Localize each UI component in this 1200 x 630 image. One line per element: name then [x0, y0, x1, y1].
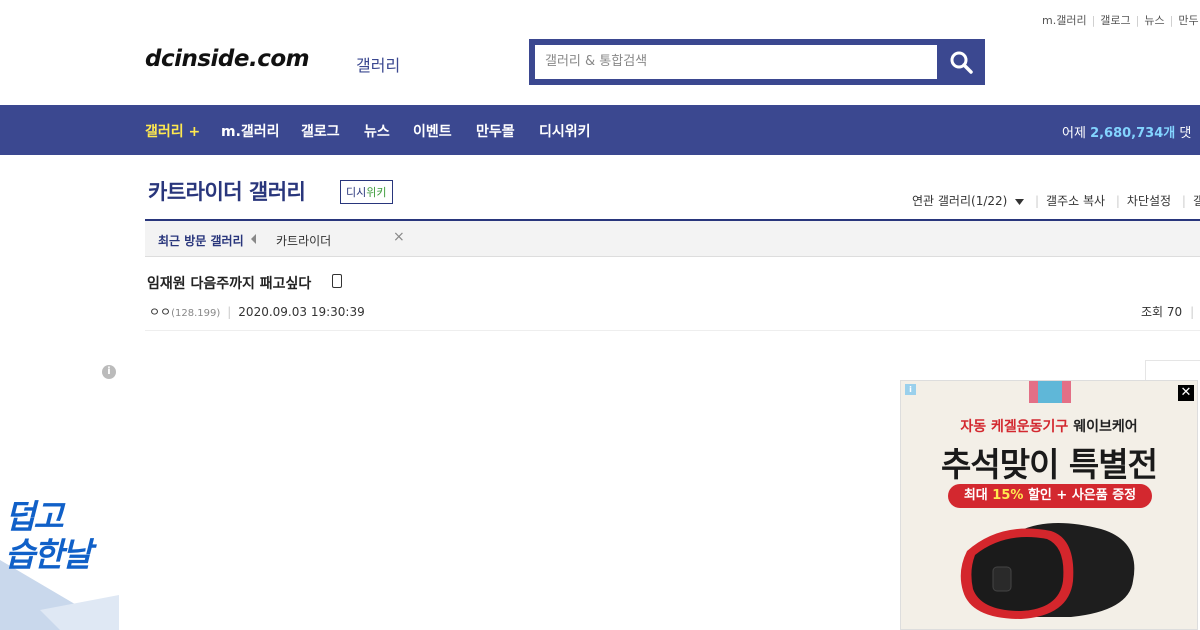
post-meta: ㅇㅇ(128.199) | 2020.09.03 19:30:39	[149, 305, 365, 319]
link-gallog[interactable]: 갤로그	[1100, 14, 1130, 27]
search-bar: 갤러리 & 통합검색	[529, 39, 985, 85]
ad-headline: 자동 케겔운동기구 웨이브케어	[901, 416, 1197, 436]
link-m-gallery[interactable]: m.갤러리	[1042, 14, 1087, 27]
caret-down-icon	[1015, 198, 1025, 205]
divider	[145, 330, 1200, 331]
ad-pill-prefix: 최대	[963, 488, 988, 503]
recent-visited-bar: 최근 방문 갤러리 카트라이더 ×	[145, 219, 1200, 257]
dcwiki-badge[interactable]: 디시위키	[340, 180, 393, 204]
left-banner-ad[interactable]: 덥고 습한날	[0, 490, 119, 630]
search-input[interactable]: 갤러리 & 통합검색	[535, 45, 937, 79]
arrow-left-icon[interactable]	[251, 234, 256, 244]
nav-event[interactable]: 이벤트	[413, 121, 452, 141]
top-util-links: m.갤러리 | 갤로그 | 뉴스 | 만두	[1042, 14, 1199, 27]
mobile-icon	[332, 274, 342, 288]
ad-pill-percent: 15%	[992, 488, 1024, 503]
gallery-options: 연관 갤러리(1/22) | 갤주소 복사 | 차단설정 | 갤	[912, 192, 1200, 209]
link-mandu[interactable]: 만두	[1178, 14, 1198, 27]
related-gallery-button[interactable]: 연관 갤러리(1/22)	[912, 194, 1007, 208]
post-title: 임재원 다음주까지 패고싶다	[147, 276, 312, 292]
stat-value: 2,680,734개	[1090, 126, 1176, 141]
stat-label: 어제	[1062, 126, 1086, 141]
global-nav: 갤러리 + m.갤러리 갤로그 뉴스 이벤트 만두몰 디시위키 어제 2,680…	[0, 105, 1200, 155]
nav-dcwiki[interactable]: 디시위키	[539, 121, 591, 141]
badge-wiki: 위키	[366, 186, 387, 199]
ad-brand: 웨이브케어	[1073, 419, 1138, 435]
link-news[interactable]: 뉴스	[1144, 14, 1164, 27]
block-settings-button[interactable]: 차단설정	[1127, 194, 1171, 208]
stat-tail: 댓	[1179, 126, 1192, 141]
recent-visited-label[interactable]: 최근 방문 갤러리	[158, 232, 244, 249]
nav-gallog[interactable]: 갤로그	[301, 121, 340, 141]
floating-ad[interactable]: i ✕ 자동 케겔운동기구 웨이브케어 추석맞이 특별전 최대 15% 할인 +…	[900, 380, 1198, 630]
ad-product-name: 자동 케겔운동기구	[960, 419, 1069, 435]
info-icon[interactable]: i	[102, 365, 116, 379]
nav-mandu-mall[interactable]: 만두몰	[476, 121, 515, 141]
ad-discount-pill: 최대 15% 할인 + 사은품 증정	[948, 484, 1152, 508]
search-icon	[950, 51, 973, 74]
search-button[interactable]	[939, 41, 983, 83]
left-banner-text: 덥고 습한날	[5, 497, 92, 574]
recent-gallery-item[interactable]: 카트라이더	[276, 232, 331, 249]
ad-pill-suffix: 할인 + 사은품 증정	[1027, 488, 1137, 503]
close-icon[interactable]: ×	[393, 229, 405, 245]
gallery-logo-label[interactable]: 갤러리	[356, 52, 400, 76]
post-date: 2020.09.03 19:30:39	[238, 305, 365, 319]
post-views: 조회 70 |	[1141, 305, 1195, 319]
banner-line2: 습한날	[5, 535, 92, 574]
nav-m-gallery[interactable]: m.갤러리	[221, 121, 280, 141]
post-author[interactable]: ㅇㅇ	[149, 305, 171, 319]
post-author-ip: (128.199)	[171, 308, 221, 319]
nav-gallery[interactable]: 갤러리 +	[145, 121, 200, 141]
view-count: 조회 70	[1141, 305, 1183, 319]
ad-close-button[interactable]: ✕	[1178, 385, 1194, 401]
dcinside-logo[interactable]: dcinside.com	[145, 46, 310, 72]
yesterday-stat: 어제 2,680,734개 댓	[1062, 122, 1191, 141]
badge-dc: 디시	[346, 186, 367, 199]
copy-gallery-url-button[interactable]: 갤주소 복사	[1046, 194, 1105, 208]
banner-line1: 덥고	[5, 497, 64, 536]
ad-info-icon[interactable]: i	[905, 384, 916, 395]
gallery-title[interactable]: 카트라이더 갤러리	[148, 176, 306, 206]
nav-news[interactable]: 뉴스	[364, 121, 390, 141]
gallery-option-truncated[interactable]: 갤	[1193, 194, 1200, 208]
ad-title: 추석맞이 특별전	[940, 445, 1158, 484]
